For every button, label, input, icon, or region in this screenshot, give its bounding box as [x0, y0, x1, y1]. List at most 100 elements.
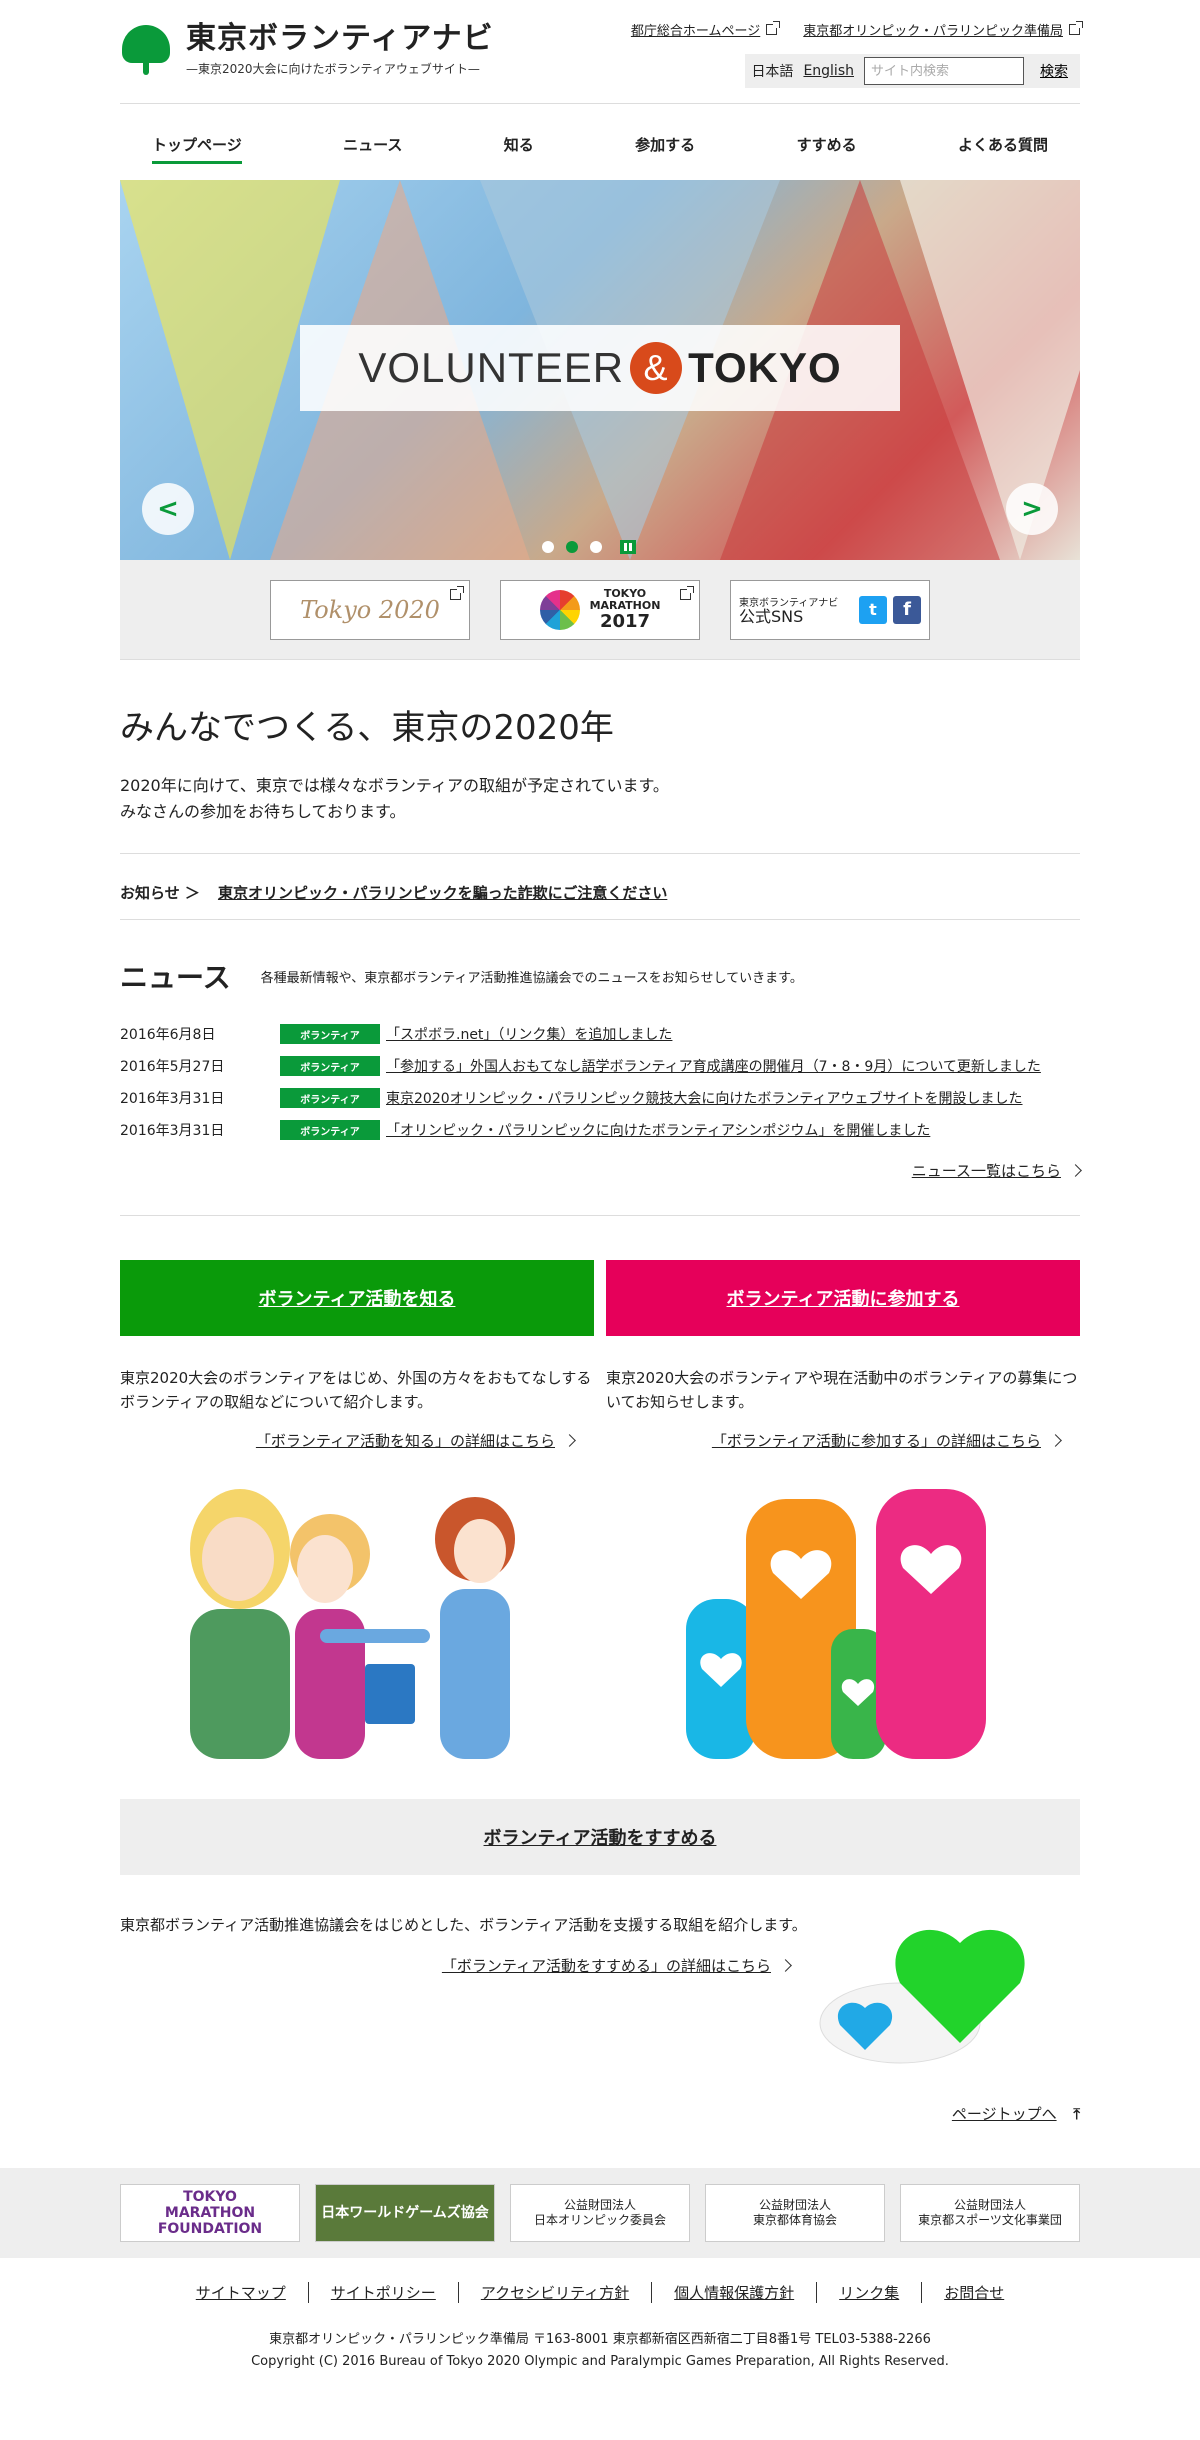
footer-link-accessibility[interactable]: アクセシビリティ方針 — [459, 2282, 653, 2303]
lang-english-link[interactable]: English — [803, 63, 854, 79]
notice-bar: お知らせ ＞ 東京オリンピック・パラリンピックを騙った詐欺にご注意ください — [120, 854, 1080, 920]
chevron-right-icon — [779, 1959, 792, 1972]
recommend-section: 東京都ボランティア活動推進協議会をはじめとした、ボランティア活動を支援する取組を… — [120, 1913, 1080, 2083]
nav-top[interactable]: トップページ — [152, 134, 242, 164]
news-tag: ボランティア — [280, 1088, 380, 1108]
tokyo-marathon-banner[interactable]: TOKYO MARATHON 2017 — [500, 579, 700, 640]
recommend-text: 東京都ボランティア活動推進協議会をはじめとした、ボランティア活動を支援する取組を… — [120, 1916, 807, 1934]
world-games-association-banner[interactable]: 日本ワールドゲームズ協会 — [315, 2184, 495, 2242]
search-button[interactable]: 検索 — [1034, 61, 1074, 81]
intro-text: 2020年に向けて、東京では様々なボランティアの取組が予定されています。 みなさ… — [120, 776, 669, 821]
news-title-link[interactable]: 「参加する」外国人おもてなし語学ボランティア育成講座の開催月（7・8・9月）につ… — [386, 1056, 1041, 1076]
external-link-icon — [1069, 21, 1083, 35]
news-list: 2016年6月8日 ボランティア 「スポボラ.net」（リンク集）を追加しました… — [120, 1018, 1080, 1146]
tokyo-marathon-foundation-banner[interactable]: TOKYO MARATHON FOUNDATION — [120, 2184, 300, 2242]
external-link-icon — [680, 585, 694, 600]
footer-address: 東京都オリンピック・パラリンピック準備局 〒163-8001 東京都新宿区西新宿… — [0, 2329, 1200, 2373]
hearts-illustration — [810, 1913, 1080, 2083]
slider-dot[interactable] — [590, 541, 602, 553]
join-volunteer-button[interactable]: ボランティア活動に参加する — [606, 1260, 1080, 1336]
partner-banners: TOKYO MARATHON FOUNDATION 日本ワールドゲームズ協会 公… — [0, 2168, 1200, 2258]
know-text: 東京2020大会のボランティアをはじめ、外国の方々をおもてなしするボランティアの… — [120, 1369, 592, 1411]
news-date: 2016年3月31日 — [120, 1091, 225, 1107]
slider-next-button[interactable]: > — [1006, 483, 1058, 535]
news-title-link[interactable]: 「オリンピック・パラリンピックに向けたボランティアシンポジウム」を開催しました — [386, 1120, 930, 1140]
official-sns-banner: 東京ボランティアナビ 公式SNS t f — [730, 579, 930, 640]
news-date: 2016年5月27日 — [120, 1059, 225, 1075]
chevron-right-icon — [563, 1434, 576, 1447]
nav-join[interactable]: 参加する — [635, 134, 695, 164]
language-search-bar: 日本語 English 検索 — [745, 54, 1080, 88]
news-item: 2016年3月31日 ボランティア 東京2020オリンピック・パラリンピック競技… — [120, 1082, 1080, 1114]
site-header: 東京ボランティアナビ —東京2020大会に向けたボランティアウェブサイト— 都庁… — [120, 0, 1083, 104]
join-text: 東京2020大会のボランティアや現在活動中のボランティアの募集についてお知らせし… — [606, 1369, 1078, 1411]
join-column: ボランティア活動に参加する 東京2020大会のボランティアや現在活動中のボランテ… — [606, 1260, 1080, 1759]
site-search-input[interactable] — [864, 57, 1024, 85]
olympic-bureau-link[interactable]: 東京都オリンピック・パラリンピック準備局 — [803, 20, 1083, 39]
slider-dot[interactable] — [542, 541, 554, 553]
footer-link-site-policy[interactable]: サイトポリシー — [309, 2282, 459, 2303]
chevron-right-icon — [1049, 1434, 1062, 1447]
site-logo[interactable]: 東京ボランティアナビ —東京2020大会に向けたボランティアウェブサイト— — [120, 22, 494, 77]
footer-link-contact[interactable]: お問合せ — [922, 2282, 1026, 2303]
nav-recommend[interactable]: すすめる — [797, 134, 857, 164]
footer-link-links[interactable]: リンク集 — [817, 2282, 923, 2303]
know-volunteer-button[interactable]: ボランティア活動を知る — [120, 1260, 594, 1336]
news-section: ニュース 各種最新情報や、東京都ボランティア活動推進協議会でのニュースをお知らせ… — [120, 920, 1082, 1216]
news-more-link[interactable]: ニュース一覧はこちら — [120, 1160, 1082, 1181]
recommend-volunteer-button[interactable]: ボランティア活動をすすめる — [120, 1799, 1080, 1875]
notice-link[interactable]: 東京オリンピック・パラリンピックを騙った詐欺にご注意ください — [218, 882, 667, 903]
news-tag: ボランティア — [280, 1120, 380, 1140]
know-join-section: ボランティア活動を知る 東京2020大会のボランティアをはじめ、外国の方々をおも… — [120, 1260, 1080, 1759]
news-tag: ボランティア — [280, 1024, 380, 1044]
facebook-icon[interactable]: f — [893, 595, 921, 624]
ginkgo-logo-icon — [120, 23, 172, 77]
logo-subtitle: —東京2020大会に向けたボランティアウェブサイト— — [186, 62, 480, 76]
page-top-link[interactable]: ページトップへ ⤒ — [120, 2103, 1080, 2124]
news-item: 2016年6月8日 ボランティア 「スポボラ.net」（リンク集）を追加しました — [120, 1018, 1080, 1050]
news-title-link[interactable]: 「スポボラ.net」（リンク集）を追加しました — [386, 1024, 672, 1044]
news-item: 2016年3月31日 ボランティア 「オリンピック・パラリンピックに向けたボラン… — [120, 1114, 1080, 1146]
slider-prev-button[interactable]: < — [142, 483, 194, 535]
notice-label: お知らせ ＞ — [120, 884, 200, 902]
join-more-link[interactable]: 「ボランティア活動に参加する」の詳細はこちら — [606, 1430, 1080, 1451]
tokyo-sports-culture-foundation-banner[interactable]: 公益財団法人 東京都スポーツ文化事業団 — [900, 2184, 1080, 2242]
slider-pause-icon[interactable] — [620, 540, 636, 554]
know-more-link[interactable]: 「ボランティア活動を知る」の詳細はこちら — [120, 1430, 594, 1451]
slider-dot-active[interactable] — [566, 541, 578, 553]
external-link-icon — [450, 585, 464, 600]
hero-title-volunteer: VOLUNTEER — [358, 344, 625, 391]
footer-link-privacy[interactable]: 個人情報保護方針 — [652, 2282, 818, 2303]
news-item: 2016年5月27日 ボランティア 「参加する」外国人おもてなし語学ボランティア… — [120, 1050, 1080, 1082]
footer-link-sitemap[interactable]: サイトマップ — [174, 2282, 309, 2303]
nav-faq[interactable]: よくある質問 — [958, 134, 1048, 164]
header-top-links: 都庁総合ホームページ 東京都オリンピック・パラリンピック準備局 — [631, 20, 1083, 39]
external-link-icon — [766, 21, 781, 35]
nav-know[interactable]: 知る — [504, 134, 534, 164]
global-nav: トップページ ニュース 知る 参加する すすめる よくある質問 — [120, 134, 1080, 164]
twitter-icon[interactable]: t — [859, 595, 887, 624]
tokyo-sports-association-banner[interactable]: 公益財団法人 東京都体育協会 — [705, 2184, 885, 2242]
hero-slider: VOLUNTEER & TOKYO < > — [120, 180, 1080, 560]
logo-title: 東京ボランティアナビ — [186, 21, 494, 56]
banner-row: Tokyo 2020 TOKYO MARATHON 2017 東京ボランティアナ… — [120, 560, 1080, 660]
hero-title: VOLUNTEER & TOKYO — [358, 342, 841, 394]
news-date: 2016年3月31日 — [120, 1123, 225, 1139]
copyright: Copyright (C) 2016 Bureau of Tokyo 2020 … — [251, 2354, 949, 2369]
news-heading: ニュース — [120, 961, 231, 994]
tokyo2020-banner[interactable]: Tokyo 2020 — [270, 579, 470, 640]
nav-news[interactable]: ニュース — [343, 134, 402, 164]
joc-banner[interactable]: 公益財団法人 日本オリンピック委員会 — [510, 2184, 690, 2242]
hero-title-tokyo: TOKYO — [688, 344, 842, 391]
raised-hands-illustration — [606, 1459, 1080, 1759]
know-column: ボランティア活動を知る 東京2020大会のボランティアをはじめ、外国の方々をおも… — [120, 1260, 594, 1759]
tocho-homepage-link[interactable]: 都庁総合ホームページ — [631, 20, 781, 39]
news-description: 各種最新情報や、東京都ボランティア活動推進協議会でのニュースをお知らせしていきま… — [260, 970, 803, 986]
intro-heading: みんなでつくる、東京の2020年 — [120, 708, 614, 748]
news-title-link[interactable]: 東京2020オリンピック・パラリンピック競技大会に向けたボランティアウェブサイト… — [386, 1088, 1023, 1108]
news-date: 2016年6月8日 — [120, 1027, 216, 1043]
recommend-more-link[interactable]: 「ボランティア活動をすすめる」の詳細はこちら — [120, 1955, 810, 1976]
slider-dots — [542, 540, 636, 554]
news-tag: ボランティア — [280, 1056, 380, 1076]
hero-title-amp: & — [630, 342, 683, 394]
